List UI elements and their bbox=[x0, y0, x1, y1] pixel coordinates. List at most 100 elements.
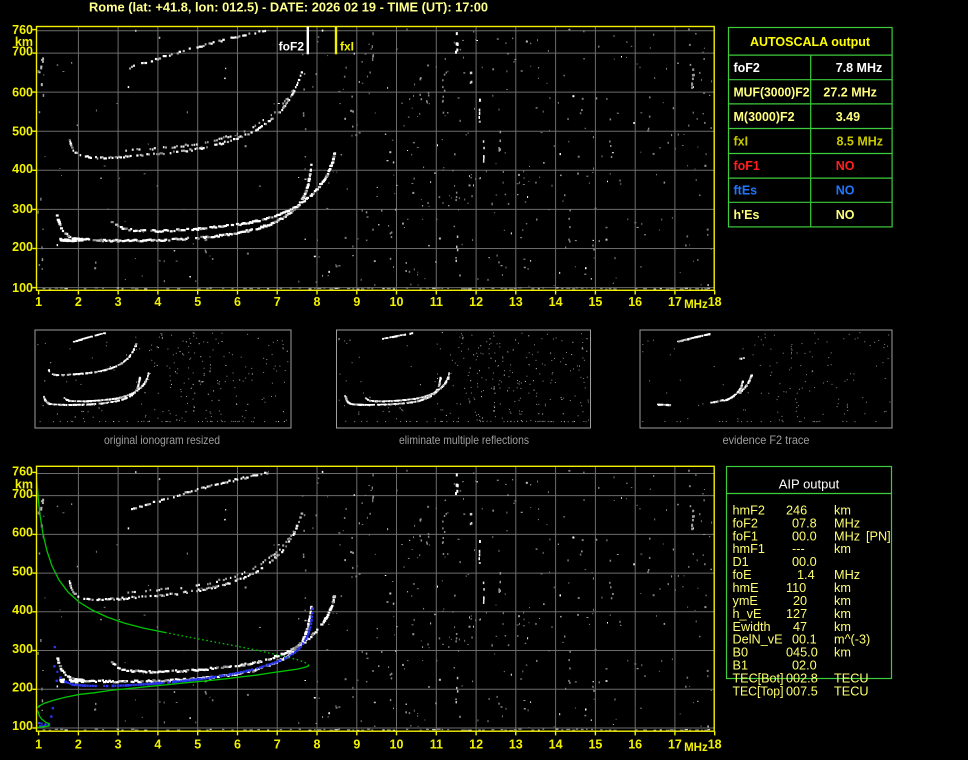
svg-text:4: 4 bbox=[154, 737, 161, 751]
svg-text:TECU: TECU bbox=[834, 672, 869, 686]
svg-text:MHz: MHz bbox=[684, 742, 708, 754]
svg-text:1: 1 bbox=[35, 295, 42, 309]
svg-text:9: 9 bbox=[353, 295, 360, 309]
svg-text:MHz: MHz bbox=[834, 529, 860, 543]
svg-text:3: 3 bbox=[115, 295, 122, 309]
svg-text:foF1: foF1 bbox=[733, 529, 758, 543]
svg-text:7: 7 bbox=[274, 737, 281, 751]
svg-text:00.1: 00.1 bbox=[792, 633, 817, 647]
svg-text:km: km bbox=[834, 620, 851, 634]
svg-text:17: 17 bbox=[668, 295, 682, 309]
svg-text:7: 7 bbox=[274, 295, 281, 309]
svg-text:fxI: fxI bbox=[340, 39, 354, 53]
svg-text:evidence F2 trace: evidence F2 trace bbox=[723, 433, 810, 447]
svg-text:9: 9 bbox=[353, 737, 360, 751]
svg-text:8: 8 bbox=[314, 737, 321, 751]
svg-text:5: 5 bbox=[194, 295, 201, 309]
svg-text:600: 600 bbox=[12, 526, 33, 540]
svg-text:6: 6 bbox=[234, 737, 241, 751]
svg-text:200: 200 bbox=[12, 240, 33, 254]
svg-text:MUF(3000)F2: MUF(3000)F2 bbox=[734, 85, 810, 99]
svg-text:02.0: 02.0 bbox=[792, 659, 817, 673]
svg-text:ftEs: ftEs bbox=[734, 183, 758, 197]
svg-text:18: 18 bbox=[708, 295, 722, 309]
svg-text:13: 13 bbox=[509, 295, 523, 309]
svg-text:AUTOSCALA output: AUTOSCALA output bbox=[750, 35, 871, 49]
svg-text:Rome (lat: +41.8, lon: 012.5): Rome (lat: +41.8, lon: 012.5) - DATE: 20… bbox=[89, 1, 488, 15]
svg-text:11: 11 bbox=[430, 737, 443, 751]
svg-text:100: 100 bbox=[12, 281, 33, 295]
svg-text:hmE: hmE bbox=[733, 581, 759, 595]
svg-text:10: 10 bbox=[390, 737, 404, 751]
svg-text:47: 47 bbox=[793, 620, 807, 634]
svg-text:10: 10 bbox=[390, 295, 404, 309]
svg-text:07.8: 07.8 bbox=[792, 516, 817, 530]
svg-text:1: 1 bbox=[35, 737, 42, 751]
svg-text:AIP output: AIP output bbox=[779, 476, 840, 491]
svg-text:hmF1: hmF1 bbox=[733, 542, 765, 556]
svg-text:8.5 MHz: 8.5 MHz bbox=[837, 134, 884, 148]
svg-text:15: 15 bbox=[588, 295, 602, 309]
svg-text:200: 200 bbox=[12, 681, 33, 695]
svg-text:TEC[Top]: TEC[Top] bbox=[733, 684, 784, 698]
svg-text:km: km bbox=[834, 594, 851, 608]
svg-text:110: 110 bbox=[786, 581, 806, 595]
svg-text:002.8: 002.8 bbox=[786, 672, 818, 686]
svg-text:foE: foE bbox=[733, 568, 752, 582]
svg-text:27.2 MHz: 27.2 MHz bbox=[823, 85, 877, 99]
svg-text:17: 17 bbox=[668, 737, 682, 751]
svg-text:original ionogram resized: original ionogram resized bbox=[104, 433, 220, 447]
svg-text:foF2: foF2 bbox=[733, 516, 758, 530]
svg-text:14: 14 bbox=[549, 737, 563, 751]
svg-text:m^(-3): m^(-3) bbox=[834, 633, 870, 647]
svg-text:5: 5 bbox=[194, 737, 201, 751]
svg-text:300: 300 bbox=[12, 642, 33, 656]
svg-text:00.0: 00.0 bbox=[792, 529, 817, 543]
svg-text:007.5: 007.5 bbox=[786, 684, 818, 698]
svg-text:400: 400 bbox=[12, 603, 33, 617]
svg-text:km: km bbox=[834, 542, 851, 556]
svg-text:fxI: fxI bbox=[734, 134, 749, 148]
svg-text:NO: NO bbox=[836, 183, 855, 197]
svg-text:12: 12 bbox=[469, 295, 483, 309]
svg-text:km: km bbox=[834, 581, 851, 595]
svg-text:3: 3 bbox=[115, 737, 122, 751]
svg-text:h_vE: h_vE bbox=[733, 607, 762, 621]
svg-text:km: km bbox=[15, 35, 33, 49]
svg-text:045.0: 045.0 bbox=[786, 646, 818, 660]
svg-text:246: 246 bbox=[786, 503, 807, 517]
svg-text:DelN_vE: DelN_vE bbox=[733, 633, 783, 647]
svg-text:[PN]: [PN] bbox=[866, 529, 891, 543]
svg-text:Ewidth: Ewidth bbox=[733, 620, 771, 634]
svg-text:8: 8 bbox=[314, 295, 321, 309]
svg-text:18: 18 bbox=[708, 737, 722, 751]
svg-text:TECU: TECU bbox=[834, 684, 869, 698]
svg-text:14: 14 bbox=[549, 295, 563, 309]
svg-text:km: km bbox=[834, 503, 851, 517]
svg-text:km: km bbox=[834, 646, 851, 660]
svg-text:16: 16 bbox=[628, 295, 642, 309]
svg-text:2: 2 bbox=[75, 295, 82, 309]
svg-text:3.49: 3.49 bbox=[836, 110, 860, 124]
svg-text:127: 127 bbox=[786, 607, 807, 621]
svg-text:1.4: 1.4 bbox=[797, 568, 815, 582]
svg-text:B0: B0 bbox=[733, 646, 749, 660]
svg-text:TEC[Bot]: TEC[Bot] bbox=[733, 672, 784, 686]
svg-text:20: 20 bbox=[793, 594, 807, 608]
svg-text:D1: D1 bbox=[733, 555, 749, 569]
svg-text:NO: NO bbox=[836, 208, 855, 222]
svg-text:600: 600 bbox=[12, 86, 33, 100]
svg-text:16: 16 bbox=[628, 737, 642, 751]
svg-text:km: km bbox=[834, 607, 851, 621]
svg-text:6: 6 bbox=[234, 295, 241, 309]
svg-text:ymE: ymE bbox=[733, 594, 758, 608]
svg-text:500: 500 bbox=[12, 125, 33, 139]
svg-text:12: 12 bbox=[469, 737, 483, 751]
svg-text:foF2: foF2 bbox=[734, 61, 760, 75]
svg-text:4: 4 bbox=[154, 295, 161, 309]
svg-text:100: 100 bbox=[12, 719, 33, 733]
svg-text:13: 13 bbox=[509, 737, 523, 751]
svg-text:km: km bbox=[15, 477, 33, 491]
svg-text:300: 300 bbox=[12, 202, 33, 216]
svg-text:foF2: foF2 bbox=[279, 39, 305, 53]
